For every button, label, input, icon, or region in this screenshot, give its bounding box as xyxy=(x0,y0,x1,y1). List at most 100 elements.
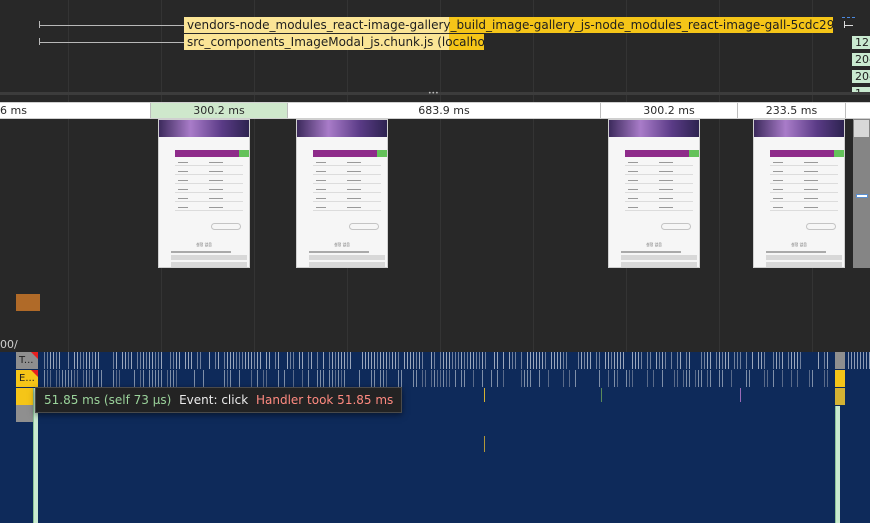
task-tick[interactable] xyxy=(161,352,162,369)
task-tick[interactable] xyxy=(371,352,372,369)
task-tick[interactable] xyxy=(122,352,123,369)
task-tick[interactable] xyxy=(761,352,762,369)
event-tick[interactable] xyxy=(167,370,168,387)
task-tick[interactable] xyxy=(563,352,564,369)
task-tick[interactable] xyxy=(302,352,303,369)
event-tick[interactable] xyxy=(284,370,285,387)
task-tick[interactable] xyxy=(407,352,408,369)
task-tick[interactable] xyxy=(662,352,663,369)
task-tick[interactable] xyxy=(665,352,666,369)
event-tick[interactable] xyxy=(722,370,723,387)
frame-duration[interactable] xyxy=(846,103,870,118)
task-tick[interactable] xyxy=(413,352,414,369)
network-request-bar[interactable]: 20- xyxy=(852,70,870,83)
network-request-bar[interactable]: src_components_ImageModal_js.chunk.js (l… xyxy=(184,34,484,50)
task-tick[interactable] xyxy=(539,352,540,369)
event-tick[interactable] xyxy=(155,370,156,387)
event-tick[interactable] xyxy=(773,370,774,387)
event-tick[interactable] xyxy=(173,370,174,387)
task-tick[interactable] xyxy=(470,352,471,369)
task-block[interactable]: T... xyxy=(16,352,38,369)
main-thread-flame-chart[interactable]: T... E... xyxy=(0,352,870,523)
task-tick[interactable] xyxy=(671,352,672,369)
task-tick[interactable] xyxy=(455,352,456,369)
task-tick[interactable] xyxy=(737,352,738,369)
task-tick[interactable] xyxy=(623,352,624,369)
task-tick[interactable] xyxy=(368,352,369,369)
task-tick[interactable] xyxy=(209,352,210,369)
event-tick[interactable] xyxy=(482,370,483,387)
task-tick[interactable] xyxy=(818,352,819,369)
event-tick[interactable] xyxy=(797,370,798,387)
event-tick[interactable] xyxy=(629,370,630,387)
event-tick[interactable] xyxy=(767,370,768,387)
event-tick[interactable] xyxy=(689,370,690,387)
task-tick[interactable] xyxy=(557,352,558,369)
event-tick[interactable] xyxy=(113,370,114,387)
event-tick[interactable] xyxy=(503,370,504,387)
event-tick[interactable] xyxy=(332,370,333,387)
task-tick[interactable] xyxy=(530,352,531,369)
task-tick[interactable] xyxy=(86,352,87,369)
event-tick[interactable] xyxy=(194,370,195,387)
task-tick[interactable] xyxy=(596,352,597,369)
event-tick[interactable] xyxy=(92,370,93,387)
event-tick[interactable] xyxy=(341,370,342,387)
task-tick[interactable] xyxy=(719,352,720,369)
task-tick[interactable] xyxy=(473,352,474,369)
event-tick[interactable] xyxy=(530,370,531,387)
task-tick[interactable] xyxy=(389,352,390,369)
task-tick[interactable] xyxy=(308,352,309,369)
task-tick[interactable] xyxy=(365,352,366,369)
task-tick[interactable] xyxy=(773,352,774,369)
network-request-bar[interactable]: 12. xyxy=(852,36,870,49)
event-tick[interactable] xyxy=(47,370,48,387)
event-tick[interactable] xyxy=(491,370,492,387)
task-tick[interactable] xyxy=(179,352,180,369)
task-tick[interactable] xyxy=(224,352,225,369)
task-tick[interactable] xyxy=(494,352,495,369)
event-tick[interactable] xyxy=(170,370,171,387)
event-tick[interactable] xyxy=(527,370,528,387)
task-tick[interactable] xyxy=(287,352,288,369)
task-tick[interactable] xyxy=(98,352,99,369)
network-request-bar[interactable]: 20- xyxy=(852,53,870,66)
event-tick[interactable] xyxy=(86,370,87,387)
task-tick[interactable] xyxy=(722,352,723,369)
task-tick[interactable] xyxy=(776,352,777,369)
event-tick[interactable] xyxy=(293,370,294,387)
event-tick[interactable] xyxy=(425,370,426,387)
task-tick[interactable] xyxy=(479,352,480,369)
task-tick[interactable] xyxy=(659,352,660,369)
frame-duration[interactable]: 683.9 ms xyxy=(288,103,601,118)
task-tick[interactable] xyxy=(260,352,261,369)
task-tick[interactable] xyxy=(677,352,678,369)
task-tick[interactable] xyxy=(404,352,405,369)
task-tick[interactable] xyxy=(68,352,69,369)
screenshot-thumbnail[interactable]: 설정 없음 xyxy=(608,119,700,268)
event-tick[interactable] xyxy=(59,370,60,387)
task-tick[interactable] xyxy=(176,352,177,369)
task-tick[interactable] xyxy=(857,352,858,369)
event-tick[interactable] xyxy=(701,370,702,387)
event-tick[interactable] xyxy=(662,370,663,387)
task-tick[interactable] xyxy=(650,352,651,369)
task-tick[interactable] xyxy=(554,352,555,369)
event-tick[interactable] xyxy=(608,370,609,387)
task-tick[interactable] xyxy=(578,352,579,369)
task-tick[interactable] xyxy=(44,352,45,369)
event-tick[interactable] xyxy=(413,370,414,387)
task-block[interactable] xyxy=(835,352,845,369)
event-tick[interactable] xyxy=(614,370,615,387)
task-tick[interactable] xyxy=(467,352,468,369)
task-tick[interactable] xyxy=(800,352,801,369)
event-tick[interactable] xyxy=(158,370,159,387)
event-tick[interactable] xyxy=(308,370,309,387)
event-tick[interactable] xyxy=(119,370,120,387)
task-tick[interactable] xyxy=(497,352,498,369)
function-call-block[interactable] xyxy=(16,388,34,405)
event-block[interactable] xyxy=(835,370,845,387)
task-tick[interactable] xyxy=(866,352,867,369)
event-tick[interactable] xyxy=(626,370,627,387)
event-block[interactable]: E... xyxy=(16,370,38,387)
